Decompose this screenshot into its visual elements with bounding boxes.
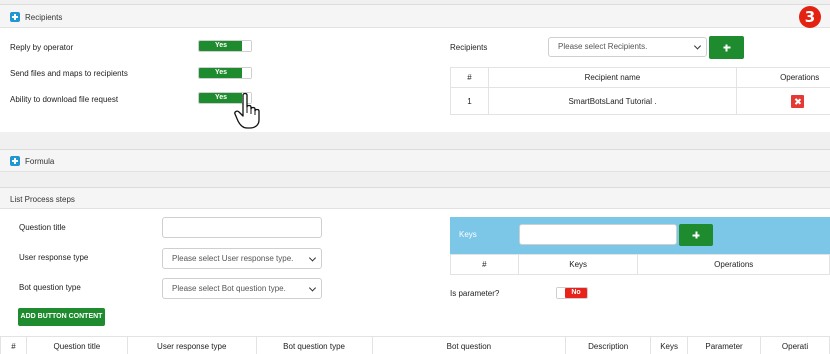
column-header: #: [450, 254, 519, 275]
column-header: Operati: [760, 336, 830, 354]
send-files-label: Send files and maps to recipients: [10, 69, 128, 78]
toggle-knob: [242, 68, 251, 78]
column-header: Keys: [650, 336, 689, 354]
operations-cell: [736, 87, 830, 115]
hand-pointer-icon: [234, 92, 260, 129]
plus-icon: [723, 44, 730, 51]
bot-question-select-value: Please select Bot question type.: [172, 284, 286, 293]
column-header: Parameter: [687, 336, 762, 354]
column-header: Bot question type: [255, 336, 373, 354]
question-title-label: Question title: [19, 223, 66, 232]
add-key-button[interactable]: [679, 224, 713, 246]
send-files-toggle[interactable]: Yes: [198, 67, 252, 79]
table-row: 1 SmartBotsLand Tutorial .: [450, 87, 830, 115]
add-recipient-button[interactable]: [709, 36, 744, 59]
column-header: #: [450, 67, 489, 88]
user-response-select[interactable]: Please select User response type.: [162, 248, 322, 269]
keys-label: Keys: [459, 230, 477, 239]
is-parameter-toggle[interactable]: No: [556, 287, 588, 299]
bot-question-label: Bot question type: [19, 283, 81, 292]
column-header: Operations: [637, 254, 830, 275]
recipients-panel-body: Reply by operator Yes Send files and map…: [0, 28, 830, 132]
toggle-yes-state: Yes: [199, 41, 243, 51]
recipients-select[interactable]: Please select Recipients.: [548, 37, 707, 57]
user-response-select-value: Please select User response type.: [172, 254, 294, 263]
keys-bar: Keys: [450, 217, 830, 254]
expand-plus-icon[interactable]: [10, 12, 20, 22]
expand-plus-icon[interactable]: [10, 156, 20, 166]
column-header: Bot question: [371, 336, 567, 354]
column-header: Recipient name: [487, 67, 738, 88]
chevron-down-icon: [308, 283, 317, 292]
process-panel-body: Question title User response type Please…: [0, 209, 830, 354]
bot-question-select[interactable]: Please select Bot question type.: [162, 278, 322, 299]
is-parameter-label: Is parameter?: [450, 289, 500, 298]
delete-icon[interactable]: [791, 94, 805, 108]
keys-table: # Keys Operations: [450, 254, 830, 275]
download-file-label: Ability to download file request: [10, 95, 119, 104]
recipients-label: Recipients: [450, 43, 488, 52]
chevron-down-icon: [693, 42, 702, 50]
formula-panel-title: Formula: [25, 157, 55, 166]
column-header: #: [0, 336, 27, 354]
process-panel-title: List Process steps: [10, 195, 75, 204]
recipients-panel-header[interactable]: Recipients: [0, 4, 830, 28]
reply-by-operator-label: Reply by operator: [10, 43, 74, 52]
add-button-content-button[interactable]: ADD BUTTON CONTENT: [18, 308, 105, 326]
column-header: Keys: [517, 254, 639, 275]
recipients-table: # Recipient name Operations 1 SmartBotsL…: [450, 67, 830, 115]
user-response-label: User response type: [19, 253, 89, 262]
chevron-down-icon: [308, 253, 317, 262]
keys-input[interactable]: [519, 224, 677, 245]
toggle-knob: [242, 41, 251, 51]
process-steps-table: # Question title User response type Bot …: [0, 336, 830, 354]
recipient-name: SmartBotsLand Tutorial .: [487, 87, 738, 115]
column-header: Operations: [736, 67, 830, 88]
recipients-panel-title: Recipients: [25, 13, 63, 22]
step-number-badge: 3: [799, 6, 821, 28]
column-header: Question title: [25, 336, 128, 354]
toggle-no-state: No: [565, 288, 587, 298]
row-number: 1: [450, 87, 489, 115]
plus-icon: [692, 231, 700, 239]
formula-panel-header[interactable]: Formula: [0, 149, 830, 172]
process-panel-header: List Process steps: [0, 187, 830, 209]
column-header: User response type: [126, 336, 257, 354]
toggle-yes-state: Yes: [199, 68, 243, 78]
recipients-select-value: Please select Recipients.: [558, 42, 648, 51]
column-header: Description: [565, 336, 652, 354]
question-title-input[interactable]: [162, 217, 322, 238]
reply-by-operator-toggle[interactable]: Yes: [198, 40, 252, 52]
